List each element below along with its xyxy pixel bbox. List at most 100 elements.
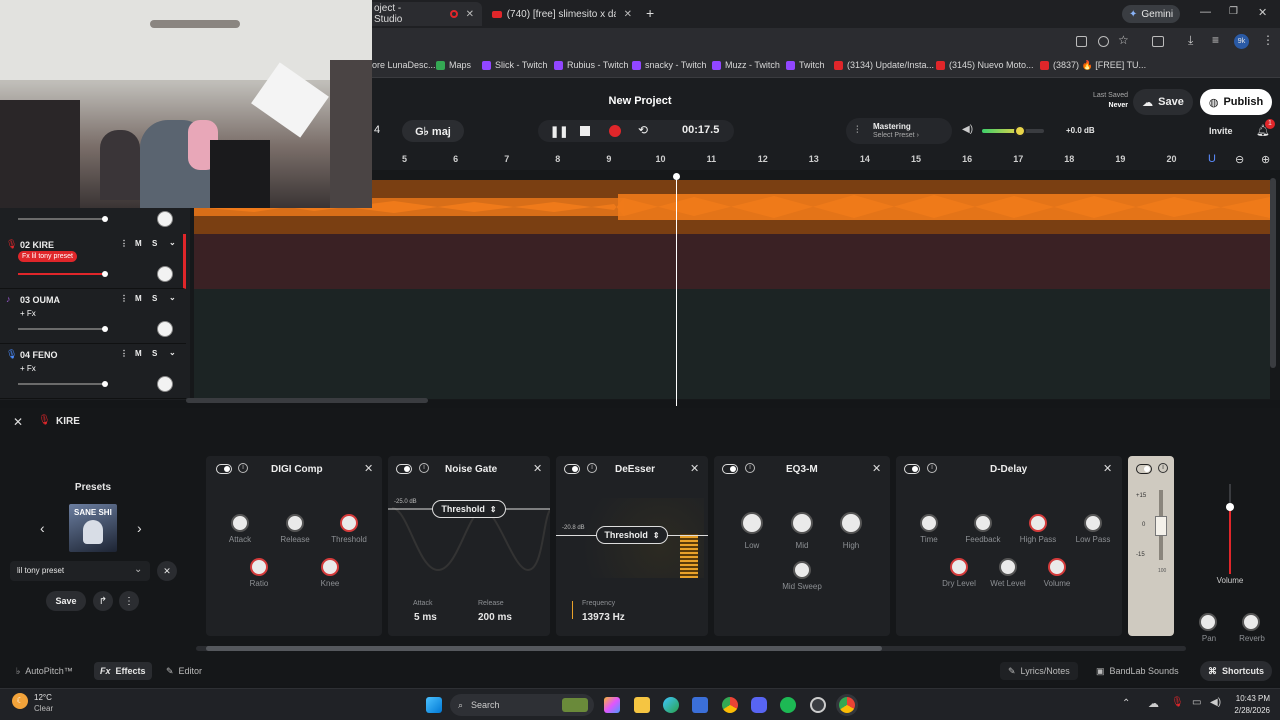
chevron-right-icon[interactable]: › [137, 520, 142, 536]
attack-value[interactable]: 5 ms [414, 612, 437, 623]
clock-date[interactable]: 2/28/2026 [1226, 706, 1270, 715]
lane-ouma-feno[interactable] [194, 289, 1270, 399]
close-tab-icon[interactable]: ✕ [624, 9, 632, 20]
volume-handle[interactable] [102, 271, 108, 277]
low-knob[interactable] [741, 512, 763, 534]
chevron-down-icon[interactable]: ⌄ [169, 348, 176, 357]
chevron-down-icon[interactable]: ⌄ [169, 293, 176, 302]
bookmark-item[interactable]: (3145) Nuevo Moto... [936, 60, 1034, 70]
track-01-volume-handle[interactable] [102, 216, 108, 222]
bookmark-item[interactable]: Twitch [786, 60, 825, 70]
download-icon[interactable]: ⤓ [1188, 33, 1193, 48]
chevron-up-icon[interactable]: ⌃ [1122, 698, 1130, 709]
low-pass-knob[interactable] [1084, 514, 1102, 532]
fx-horizontal-scrollbar[interactable] [196, 646, 1186, 651]
fx-toggle[interactable] [722, 464, 738, 474]
close-fx-icon[interactable]: ✕ [690, 462, 699, 475]
fader-handle[interactable] [1155, 516, 1167, 536]
bpm-display[interactable]: 4 [374, 124, 380, 136]
timeline-ruler[interactable]: 5 6 7 8 9 10 11 12 13 14 15 16 17 18 19 20 U ⊖ ⊕ [372, 150, 1280, 170]
zoom-out-icon[interactable]: ⊖ [1235, 153, 1244, 166]
track-header-kire[interactable]: 🎙︎ 02 KIRE Fx lil tony preset ⋮ M S ⌄ [0, 234, 186, 289]
record-icon[interactable] [609, 125, 621, 137]
obs-icon[interactable] [810, 697, 826, 713]
gate-threshold-control[interactable]: Threshold ⇕ [432, 500, 506, 518]
display-icon[interactable]: ▭ [1192, 697, 1201, 708]
dry-level-knob[interactable] [950, 558, 968, 576]
release-knob[interactable] [286, 514, 304, 532]
edge-icon[interactable] [663, 697, 679, 713]
mid-knob[interactable] [791, 512, 813, 534]
track-menu-icon[interactable]: ⋮ [120, 294, 128, 303]
vertical-scrollbar[interactable] [1270, 178, 1276, 368]
volume-handle[interactable] [102, 326, 108, 332]
ratio-knob[interactable] [250, 558, 268, 576]
track-header-ouma[interactable]: ♪ 03 OUMA + Fx ⋮ M S ⌄ [0, 289, 186, 344]
info-icon[interactable]: i [419, 463, 429, 473]
reverb-knob[interactable] [1242, 613, 1260, 631]
mute-button[interactable]: M [135, 239, 142, 248]
snap-magnet-icon[interactable]: U [1208, 153, 1216, 165]
wet-level-knob[interactable] [999, 558, 1017, 576]
bandlab-sounds-button[interactable]: ▣ BandLab Sounds [1090, 662, 1185, 680]
clock-time[interactable]: 10:43 PM [1226, 694, 1270, 703]
stop-icon[interactable] [580, 126, 590, 136]
weather-icon[interactable]: ☾ [12, 693, 28, 709]
volume-tray-icon[interactable]: ◀) [1210, 697, 1221, 708]
share-arrow-icon[interactable]: ↱ [93, 591, 113, 611]
volume-slider[interactable] [18, 383, 106, 385]
info-icon[interactable]: i [587, 463, 597, 473]
pan-knob[interactable] [1199, 613, 1217, 631]
tab-youtube[interactable]: (740) [free] slimesito x dark plu ✕ [484, 2, 640, 26]
fx-toggle[interactable] [216, 464, 232, 474]
onedrive-icon[interactable]: ☁ [1148, 697, 1159, 710]
mid-sweep-knob[interactable] [793, 561, 811, 579]
sidepanel-icon[interactable] [1152, 36, 1164, 47]
fx-toggle[interactable] [564, 464, 580, 474]
effects-button[interactable]: Fx Effects [94, 662, 152, 680]
playlist-icon[interactable]: ≡ [1212, 33, 1219, 47]
mute-button[interactable]: M [135, 349, 142, 358]
maximize-icon[interactable]: ❐ [1229, 6, 1238, 17]
preset-menu-icon[interactable]: ⋮ [119, 591, 139, 611]
bookmark-item[interactable]: Muzz - Twitch [712, 60, 780, 70]
scroll-thumb[interactable] [206, 646, 882, 651]
add-fx-button[interactable]: + Fx [20, 364, 36, 373]
solo-button[interactable]: S [152, 239, 157, 248]
copilot-icon[interactable] [604, 697, 620, 713]
info-icon[interactable]: i [238, 463, 248, 473]
loop-icon[interactable]: ⟲ [638, 123, 648, 137]
bookmark-item[interactable]: (3134) Update/Insta... [834, 60, 934, 70]
share-icon[interactable] [1098, 36, 1109, 47]
info-icon[interactable]: i [927, 463, 937, 473]
chevron-left-icon[interactable]: ‹ [40, 520, 45, 536]
fader-handle[interactable] [1226, 503, 1234, 511]
volume-knob[interactable] [1048, 558, 1066, 576]
preset-save-button[interactable]: Save [46, 591, 86, 611]
minimize-icon[interactable]: — [1200, 6, 1211, 18]
bookmark-item[interactable]: ore LunaDesc... [372, 60, 436, 70]
playhead[interactable] [676, 176, 677, 406]
publish-button[interactable]: ◍ Publish [1200, 89, 1272, 115]
chrome-icon[interactable] [722, 697, 738, 713]
fx-toggle[interactable] [1136, 464, 1152, 474]
close-panel-icon[interactable]: ✕ [13, 415, 23, 429]
info-icon[interactable]: i [745, 463, 755, 473]
bookmark-item[interactable]: snacky - Twitch [632, 60, 706, 70]
track-fx-badge[interactable]: Fx lil tony preset [18, 251, 77, 262]
spotify-icon[interactable] [780, 697, 796, 713]
volume-slider[interactable] [18, 273, 106, 275]
pan-knob[interactable] [157, 266, 173, 282]
lyrics-notes-button[interactable]: ✎ Lyrics/Notes [1000, 662, 1078, 680]
attack-knob[interactable] [231, 514, 249, 532]
deesser-threshold-control[interactable]: Threshold ⇕ [596, 526, 668, 544]
playhead-handle[interactable] [673, 173, 680, 180]
close-window-icon[interactable]: ✕ [1258, 6, 1267, 19]
pan-knob[interactable] [157, 321, 173, 337]
reset-fx-icon[interactable]: ✕ [157, 561, 177, 581]
volume-slider[interactable] [18, 328, 106, 330]
shortcuts-button[interactable]: ⌘ Shortcuts [1200, 661, 1273, 681]
mastering-button[interactable]: ⫶ Mastering Select Preset › [846, 118, 952, 144]
lane-kire[interactable] [194, 234, 1270, 289]
bookmark-item[interactable]: Slick - Twitch [482, 60, 547, 70]
